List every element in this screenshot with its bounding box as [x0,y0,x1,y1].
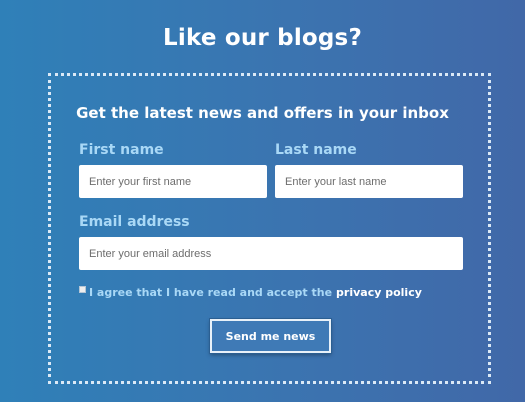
email-input[interactable] [79,237,463,270]
first-name-label: First name [79,142,164,158]
first-name-input[interactable] [79,165,267,198]
last-name-label: Last name [275,142,357,158]
send-me-news-button[interactable]: Send me news [210,319,331,353]
last-name-input[interactable] [275,165,463,198]
page-title: Like our blogs? [163,25,362,51]
consent-row: I agree that I have read and accept the … [79,283,422,301]
consent-checkbox[interactable] [79,285,86,293]
signup-heading: Get the latest news and offers in your i… [76,104,449,122]
privacy-policy-link[interactable]: privacy policy [336,286,422,299]
email-label: Email address [79,214,190,230]
consent-text: I agree that I have read and accept the [89,285,333,299]
